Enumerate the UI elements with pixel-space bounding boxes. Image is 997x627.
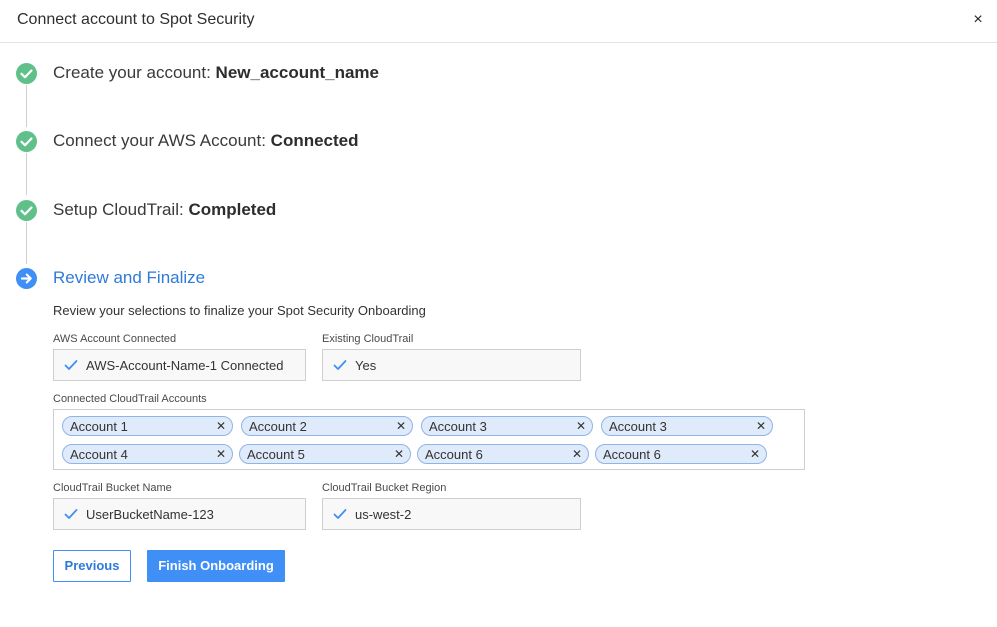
account-tag: Account 4 ✕ xyxy=(62,444,233,464)
account-tag-label: Account 6 xyxy=(603,447,661,462)
previous-button[interactable]: Previous xyxy=(53,550,131,582)
check-icon xyxy=(64,509,78,519)
step-connector xyxy=(26,153,27,195)
step-connector xyxy=(26,85,27,127)
remove-tag-icon[interactable]: ✕ xyxy=(394,446,404,462)
connected-accounts-label: Connected CloudTrail Accounts xyxy=(53,393,207,405)
account-tag: Account 3 ✕ xyxy=(601,416,773,436)
arrow-right-icon xyxy=(16,268,37,289)
bucket-name-value: UserBucketName-123 xyxy=(86,507,214,522)
step-review-finalize: Review and Finalize xyxy=(53,268,206,287)
bucket-region-field: us-west-2 xyxy=(322,498,581,530)
remove-tag-icon[interactable]: ✕ xyxy=(216,418,226,434)
account-tag-label: Account 1 xyxy=(70,419,128,434)
dialog-header: Connect account to Spot Security × xyxy=(0,0,997,43)
step-label-text: Setup CloudTrail: xyxy=(53,200,184,219)
bucket-region-value: us-west-2 xyxy=(355,507,412,522)
existing-cloudtrail-value: Yes xyxy=(355,358,377,373)
remove-tag-icon[interactable]: ✕ xyxy=(216,446,226,462)
account-tag: Account 6 ✕ xyxy=(595,444,767,464)
close-icon[interactable]: × xyxy=(968,10,988,30)
account-tag-label: Account 3 xyxy=(609,419,667,434)
finish-onboarding-button[interactable]: Finish Onboarding xyxy=(147,550,285,582)
bucket-name-label: CloudTrail Bucket Name xyxy=(53,482,172,494)
step-complete-icon xyxy=(16,63,37,84)
aws-account-field: AWS-Account-Name-1 Connected xyxy=(53,349,306,381)
step-label-text: Create your account: xyxy=(53,63,211,82)
step-value-text: Completed xyxy=(188,200,277,219)
account-tag: Account 2 ✕ xyxy=(241,416,413,436)
account-tag-label: Account 3 xyxy=(429,419,487,434)
remove-tag-icon[interactable]: ✕ xyxy=(750,446,760,462)
check-icon xyxy=(64,360,78,370)
remove-tag-icon[interactable]: ✕ xyxy=(756,418,766,434)
account-tag: Account 1 ✕ xyxy=(62,416,233,436)
remove-tag-icon[interactable]: ✕ xyxy=(576,418,586,434)
review-subtitle: Review your selections to finalize your … xyxy=(53,303,426,318)
step-value-text: New_account_name xyxy=(215,63,379,82)
bucket-region-label: CloudTrail Bucket Region xyxy=(322,482,447,494)
connected-accounts-tags[interactable]: Account 1 ✕ Account 2 ✕ Account 3 ✕ Acco… xyxy=(53,409,805,470)
account-tag: Account 5 ✕ xyxy=(239,444,411,464)
aws-account-value: AWS-Account-Name-1 Connected xyxy=(86,358,284,373)
step-label-text: Connect your AWS Account: xyxy=(53,131,266,150)
aws-account-label: AWS Account Connected xyxy=(53,333,177,345)
check-icon xyxy=(333,360,347,370)
existing-cloudtrail-label: Existing CloudTrail xyxy=(322,333,414,345)
existing-cloudtrail-field: Yes xyxy=(322,349,581,381)
account-tag-label: Account 2 xyxy=(249,419,307,434)
account-tag-label: Account 4 xyxy=(70,447,128,462)
step-value-text: Connected xyxy=(270,131,359,150)
remove-tag-icon[interactable]: ✕ xyxy=(572,446,582,462)
bucket-name-field: UserBucketName-123 xyxy=(53,498,306,530)
remove-tag-icon[interactable]: ✕ xyxy=(396,418,406,434)
dialog-title: Connect account to Spot Security xyxy=(17,11,255,28)
step-create-account: Create your account: New_account_name xyxy=(53,63,379,83)
account-tag: Account 3 ✕ xyxy=(421,416,593,436)
step-setup-cloudtrail: Setup CloudTrail: Completed xyxy=(53,200,276,220)
account-tag-label: Account 6 xyxy=(425,447,483,462)
account-tag-label: Account 5 xyxy=(247,447,305,462)
account-tag: Account 6 ✕ xyxy=(417,444,589,464)
step-complete-icon xyxy=(16,131,37,152)
step-complete-icon xyxy=(16,200,37,221)
check-icon xyxy=(333,509,347,519)
step-connector xyxy=(26,222,27,264)
step-connect-aws: Connect your AWS Account: Connected xyxy=(53,131,359,151)
